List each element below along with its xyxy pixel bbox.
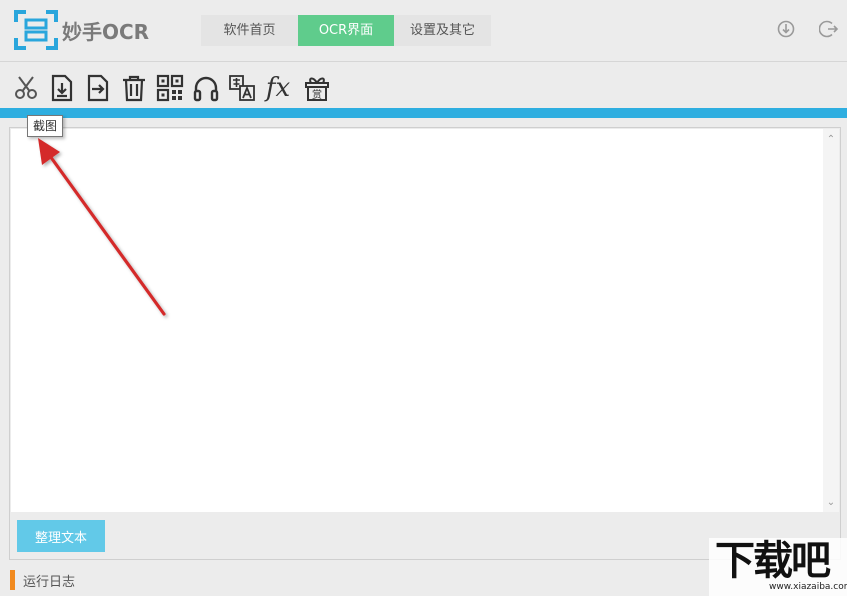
- app-header: 妙手OCR 软件首页 OCR界面 设置及其它: [0, 0, 847, 62]
- tab-settings[interactable]: 设置及其它: [394, 15, 491, 46]
- import-file-button[interactable]: [47, 73, 77, 103]
- translate-icon: [229, 75, 255, 101]
- trash-icon: [123, 75, 145, 102]
- run-log-label: 运行日志: [23, 574, 76, 590]
- watermark: 下载吧 www.xiazaiba.com: [709, 538, 847, 596]
- voice-button[interactable]: [191, 73, 221, 103]
- reward-gift-icon: 赏: [305, 77, 329, 101]
- toolbar: fx 赏: [0, 63, 847, 108]
- file-import-icon: [51, 74, 73, 102]
- main-tabs: 软件首页 OCR界面 设置及其它: [201, 15, 491, 46]
- vertical-scrollbar[interactable]: ⌃ ⌄: [823, 129, 839, 512]
- scissors-icon: [15, 76, 37, 99]
- exit-icon[interactable]: [819, 19, 839, 39]
- log-marker: [10, 570, 15, 590]
- accent-bar: [0, 108, 847, 118]
- scroll-down-icon[interactable]: ⌄: [823, 494, 839, 510]
- tab-home[interactable]: 软件首页: [201, 15, 298, 46]
- scroll-up-icon[interactable]: ⌃: [823, 131, 839, 147]
- ocr-result-textarea[interactable]: [11, 129, 823, 512]
- run-log[interactable]: 运行日志: [10, 570, 75, 590]
- tab-ocr[interactable]: OCR界面: [298, 15, 394, 46]
- qrcode-icon: [156, 74, 184, 102]
- watermark-url: www.xiazaiba.com: [769, 582, 847, 592]
- export-file-button[interactable]: [83, 73, 113, 103]
- reward-button[interactable]: 赏: [302, 73, 332, 103]
- download-circle-icon[interactable]: [776, 19, 796, 39]
- translate-button[interactable]: [227, 73, 257, 103]
- delete-button[interactable]: [119, 73, 149, 103]
- app-logo-icon: [14, 10, 58, 50]
- watermark-main: 下载吧: [715, 538, 831, 584]
- file-export-icon: [87, 74, 109, 102]
- organize-text-button[interactable]: 整理文本: [17, 520, 105, 552]
- reward-glyph: 赏: [312, 89, 322, 101]
- formula-button[interactable]: fx: [263, 73, 293, 103]
- app-title: 妙手OCR: [62, 20, 150, 44]
- qrcode-button[interactable]: [155, 73, 185, 103]
- ocr-panel: ⌃ ⌄ 整理文本: [9, 127, 841, 560]
- headphones-icon: [193, 76, 219, 102]
- screenshot-button[interactable]: [11, 73, 41, 103]
- screenshot-tooltip: 截图: [27, 115, 64, 137]
- formula-icon: fx: [265, 73, 291, 103]
